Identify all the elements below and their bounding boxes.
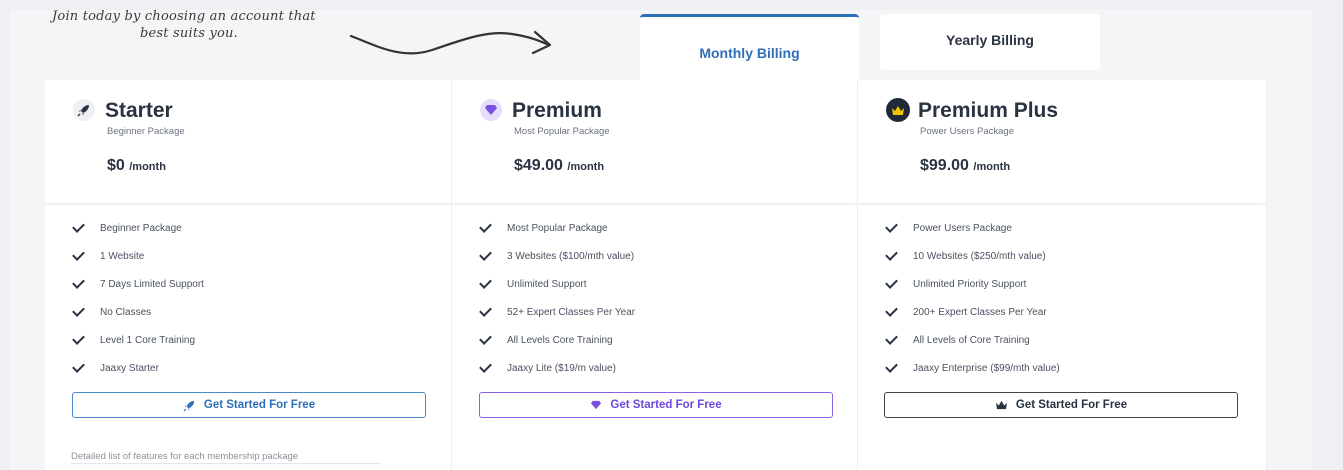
price-amount: $0 — [107, 157, 125, 174]
plan-subtitle: Beginner Package — [107, 126, 185, 137]
premium-plus-get-started-button[interactable]: Get Started For Free — [884, 392, 1238, 418]
plan-price: $49.00 /month — [514, 157, 604, 175]
check-icon — [885, 219, 898, 233]
feature-label: 3 Websites ($100/mth value) — [507, 250, 635, 262]
plan-header-premium-plus: Premium Plus Power Users Package $99.00 … — [858, 80, 1266, 204]
feature-label: 7 Days Limited Support — [100, 278, 204, 290]
plan-subtitle: Power Users Package — [920, 126, 1014, 137]
feature-item: Power Users Package — [885, 214, 1060, 242]
tab-yearly-billing[interactable]: Yearly Billing — [880, 14, 1100, 70]
pricing-cards: Starter Beginner Package $0 /month Begin… — [45, 80, 1267, 470]
check-icon — [479, 331, 492, 345]
feature-item: 200+ Expert Classes Per Year — [885, 298, 1060, 326]
plan-name: Premium Plus — [918, 99, 1059, 122]
feature-item: 1 Website — [72, 242, 204, 270]
check-icon — [479, 219, 492, 233]
price-period: /month — [973, 161, 1011, 173]
plan-name: Premium — [512, 99, 602, 122]
tab-monthly-billing-label: Monthly Billing — [699, 44, 800, 61]
starter-get-started-button[interactable]: Get Started For Free — [72, 392, 426, 418]
check-icon — [72, 331, 85, 345]
plan-name: Starter — [105, 99, 173, 122]
price-amount: $99.00 — [920, 157, 969, 174]
feature-label: 10 Websites ($250/mth value) — [913, 250, 1046, 262]
rocket-icon — [183, 400, 195, 411]
feature-label: 52+ Expert Classes Per Year — [507, 306, 636, 318]
feature-list: Power Users Package 10 Websites ($250/mt… — [885, 214, 1060, 382]
cta-label: Get Started For Free — [610, 399, 722, 411]
feature-item: Level 1 Core Training — [72, 326, 204, 354]
premium-get-started-button[interactable]: Get Started For Free — [479, 392, 833, 418]
intro-text: Join today by choosing an account that b… — [52, 8, 352, 42]
check-icon — [885, 303, 898, 317]
feature-label: Jaaxy Lite ($19/m value) — [507, 362, 616, 374]
check-icon — [479, 275, 492, 289]
feature-label: Beginner Package — [100, 222, 182, 234]
feature-item: All Levels of Core Training — [885, 326, 1060, 354]
intro-line-2: best suits you. — [140, 26, 238, 41]
check-icon — [479, 359, 492, 373]
plan-price: $0 /month — [107, 157, 166, 175]
features-footnote: Detailed list of features for each membe… — [71, 451, 299, 462]
crown-icon — [886, 98, 910, 122]
price-period: /month — [129, 161, 166, 173]
feature-label: Unlimited Priority Support — [913, 278, 1027, 290]
feature-item: Jaaxy Enterprise ($99/mth value) — [885, 354, 1060, 382]
plan-header-premium: Premium Most Popular Package $49.00 /mon… — [452, 80, 857, 204]
feature-item: 7 Days Limited Support — [72, 270, 204, 298]
feature-list: Beginner Package 1 Website 7 Days Limite… — [72, 214, 204, 382]
tab-monthly-billing[interactable]: Monthly Billing — [640, 14, 859, 80]
cta-label: Get Started For Free — [1015, 399, 1128, 411]
footnote-divider — [71, 463, 381, 464]
feature-item: Jaaxy Lite ($19/m value) — [479, 354, 635, 382]
rocket-icon — [73, 99, 95, 121]
check-icon — [72, 275, 85, 289]
feature-item: No Classes — [72, 298, 204, 326]
check-icon — [72, 247, 85, 261]
feature-item: 10 Websites ($250/mth value) — [885, 242, 1060, 270]
feature-label: All Levels Core Training — [507, 334, 613, 346]
check-icon — [479, 247, 492, 261]
feature-label: Unlimited Support — [507, 278, 587, 290]
feature-item: All Levels Core Training — [479, 326, 635, 354]
plan-price: $99.00 /month — [920, 157, 1010, 175]
intro-line-1: Join today by choosing an account that — [52, 9, 316, 24]
feature-item: 52+ Expert Classes Per Year — [479, 298, 636, 326]
check-icon — [72, 303, 85, 317]
feature-label: No Classes — [100, 306, 152, 318]
feature-item: Jaaxy Starter — [72, 354, 204, 382]
curved-arrow-icon — [349, 30, 552, 55]
feature-item: Most Popular Package — [479, 214, 635, 242]
check-icon — [885, 331, 898, 345]
feature-label: Level 1 Core Training — [100, 334, 196, 346]
feature-label: All Levels of Core Training — [913, 334, 1030, 346]
plan-header-starter: Starter Beginner Package $0 /month — [45, 80, 451, 204]
feature-label: Jaaxy Starter — [100, 362, 159, 374]
diamond-icon — [480, 99, 502, 121]
feature-label: Power Users Package — [913, 222, 1012, 234]
check-icon — [72, 219, 85, 233]
diamond-icon — [591, 400, 602, 410]
feature-label: Jaaxy Enterprise ($99/mth value) — [913, 362, 1060, 374]
tab-yearly-billing-label: Yearly Billing — [946, 32, 1034, 48]
check-icon — [885, 359, 898, 373]
feature-label: 200+ Expert Classes Per Year — [913, 306, 1047, 318]
price-period: /month — [567, 161, 605, 173]
check-icon — [885, 275, 898, 289]
feature-item: Unlimited Support — [479, 270, 635, 298]
feature-item: Unlimited Priority Support — [885, 270, 1060, 298]
feature-list: Most Popular Package 3 Websites ($100/mt… — [479, 214, 636, 382]
check-icon — [72, 359, 85, 373]
feature-label: Most Popular Package — [507, 222, 608, 234]
check-icon — [885, 247, 898, 261]
cta-label: Get Started For Free — [203, 399, 316, 411]
crown-icon — [995, 400, 1007, 410]
feature-item: Beginner Package — [72, 214, 204, 242]
feature-item: 3 Websites ($100/mth value) — [479, 242, 635, 270]
feature-label: 1 Website — [100, 250, 145, 262]
check-icon — [479, 303, 492, 317]
plan-subtitle: Most Popular Package — [514, 126, 610, 137]
price-amount: $49.00 — [514, 157, 563, 174]
